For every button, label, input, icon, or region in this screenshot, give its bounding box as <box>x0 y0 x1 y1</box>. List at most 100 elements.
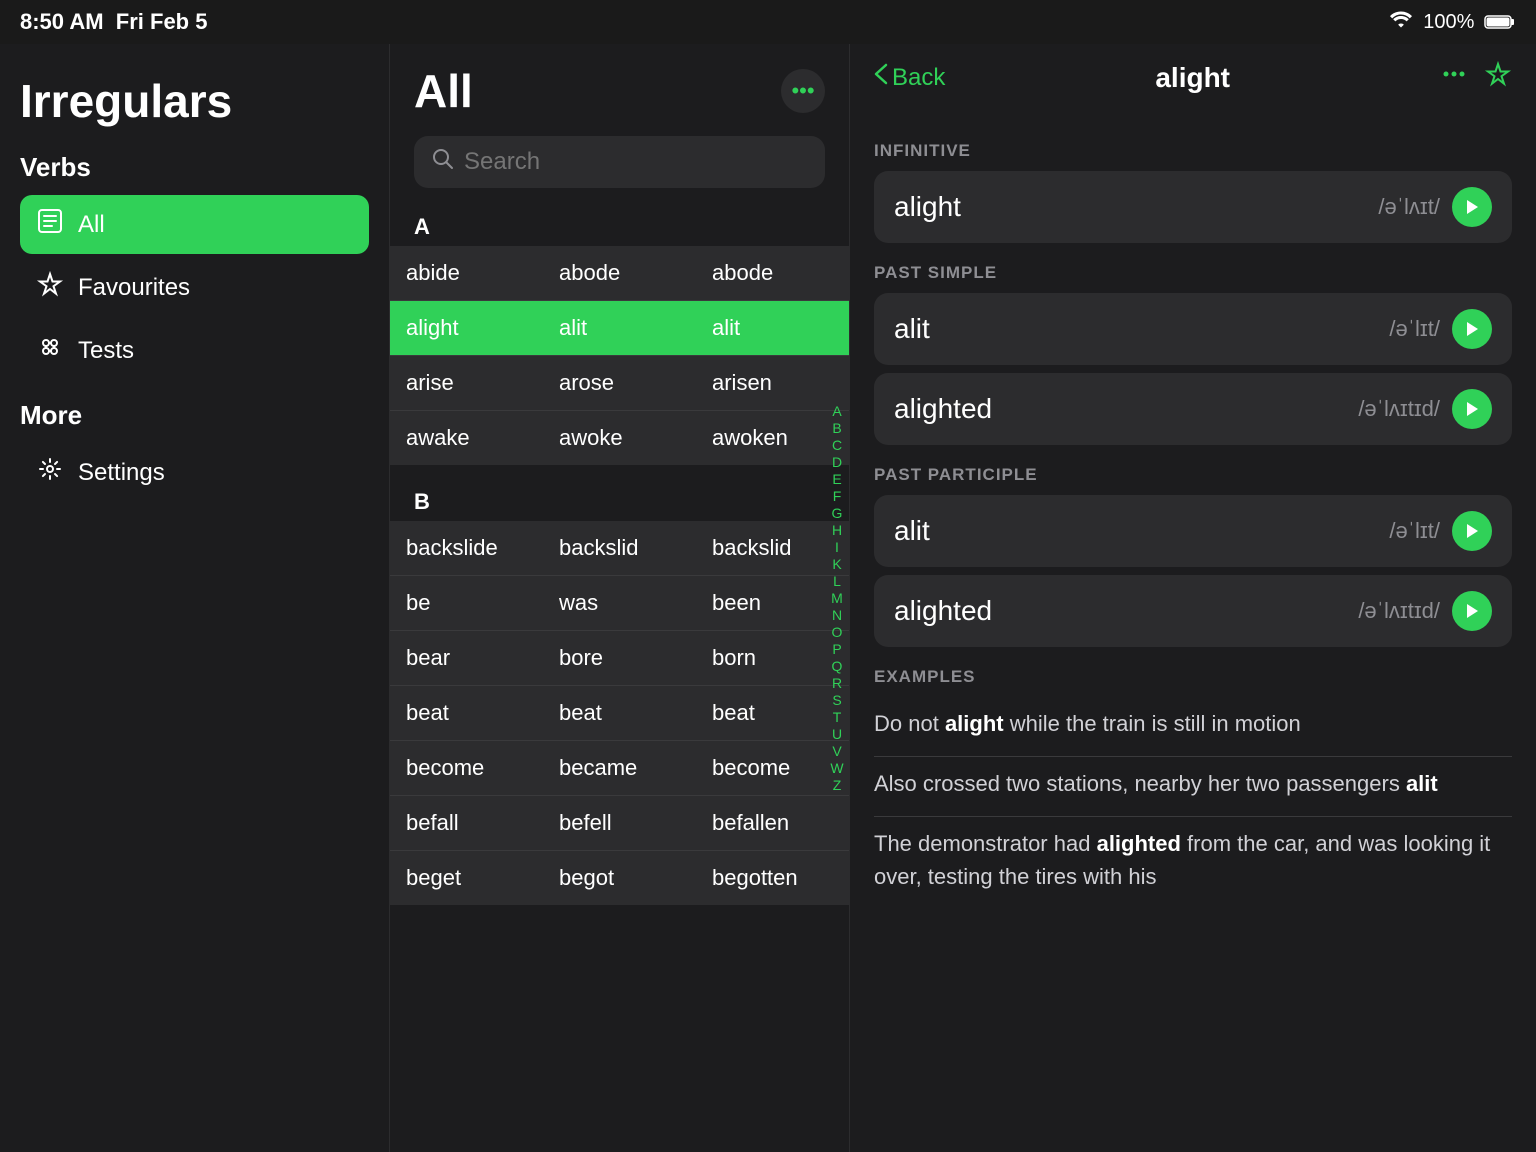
past-participle-pronunciation-alit: /əˈlɪt/ <box>1389 511 1492 551</box>
past-simple-pron-alit: /əˈlɪt/ <box>1389 316 1440 342</box>
infinitive-pronunciation-section: /əˈlʌɪt/ <box>1378 187 1492 227</box>
alpha-e[interactable]: E <box>828 471 846 487</box>
past-simple-play-alighted[interactable] <box>1452 389 1492 429</box>
alpha-r[interactable]: R <box>828 675 846 691</box>
past-participle-play-alighted[interactable] <box>1452 591 1492 631</box>
verb-base: become <box>390 741 543 795</box>
alpha-l[interactable]: L <box>828 573 846 589</box>
verb-base: awake <box>390 411 543 465</box>
verb-past: alit <box>543 301 696 355</box>
past-participle-pron-alighted: /əˈlʌɪtɪd/ <box>1358 598 1440 624</box>
alpha-v[interactable]: V <box>828 743 846 759</box>
more-options-button[interactable]: ••• <box>781 69 825 113</box>
favourite-btn[interactable] <box>1484 60 1512 95</box>
past-simple-section-label: PAST SIMPLE <box>874 263 1512 283</box>
settings-icon <box>36 455 64 490</box>
verb-past: was <box>543 576 696 630</box>
alpha-z[interactable]: Z <box>828 777 846 793</box>
past-participle-pron-alit: /əˈlɪt/ <box>1389 518 1440 544</box>
examples-section-label: EXAMPLES <box>874 667 1512 687</box>
verb-row-befall[interactable]: befall befell befallen <box>390 796 849 851</box>
alpha-b[interactable]: B <box>828 420 846 436</box>
alpha-p[interactable]: P <box>828 641 846 657</box>
verb-row-alight[interactable]: alight alit alit <box>390 301 849 356</box>
past-simple-play-alit[interactable] <box>1452 309 1492 349</box>
verb-row-beat[interactable]: beat beat beat <box>390 686 849 741</box>
alpha-u[interactable]: U <box>828 726 846 742</box>
sidebar-item-favourites[interactable]: Favourites <box>20 258 369 317</box>
right-panel: Back alight INFIN <box>850 44 1536 1152</box>
alphabet-index: A B C D E F G H I K L M N O P Q R S T U … <box>825 44 849 1152</box>
wifi-icon <box>1389 10 1413 34</box>
verb-base: backslide <box>390 521 543 575</box>
past-participle-card-alit: alit /əˈlɪt/ <box>874 495 1512 567</box>
detail-content: INFINITIVE alight /əˈlʌɪt/ PAST SIMPLE a… <box>850 111 1536 1152</box>
verb-row-arise[interactable]: arise arose arisen <box>390 356 849 411</box>
all-label: All <box>78 211 105 239</box>
verb-past: awoke <box>543 411 696 465</box>
verb-row-backslide[interactable]: backslide backslid backslid <box>390 521 849 576</box>
verb-row-bear[interactable]: bear bore born <box>390 631 849 686</box>
examples-section: Do not alight while the train is still i… <box>874 707 1512 893</box>
chevron-left-icon <box>874 63 888 92</box>
more-section-label: More <box>20 400 369 431</box>
verb-base: beat <box>390 686 543 740</box>
sidebar-item-tests[interactable]: Tests <box>20 321 369 380</box>
alpha-h[interactable]: H <box>828 522 846 538</box>
alpha-a[interactable]: A <box>828 403 846 419</box>
infinitive-pronunciation: /əˈlʌɪt/ <box>1378 194 1440 220</box>
verb-base: arise <box>390 356 543 410</box>
divider-1 <box>874 756 1512 757</box>
past-simple-pronunciation-alighted: /əˈlʌɪtɪd/ <box>1358 389 1492 429</box>
middle-header: All ••• <box>390 44 849 128</box>
infinitive-play-button[interactable] <box>1452 187 1492 227</box>
verb-base: befall <box>390 796 543 850</box>
past-simple-pronunciation-alit: /əˈlɪt/ <box>1389 309 1492 349</box>
sidebar-item-settings[interactable]: Settings <box>20 443 369 502</box>
alpha-c[interactable]: C <box>828 437 846 453</box>
section-letter-b: B <box>390 479 849 521</box>
verb-past: bore <box>543 631 696 685</box>
alpha-w[interactable]: W <box>828 760 846 776</box>
main-layout: Irregulars Verbs All Favourites <box>0 44 1536 1152</box>
example-2: Also crossed two stations, nearby her tw… <box>874 767 1512 800</box>
more-options-btn[interactable] <box>1440 60 1468 95</box>
verb-row-become[interactable]: become became become <box>390 741 849 796</box>
verb-row-beget[interactable]: beget begot begotten <box>390 851 849 905</box>
battery-indicator: 100% <box>1423 11 1516 34</box>
back-button[interactable]: Back <box>874 63 945 92</box>
section-letter-a: A <box>390 204 849 246</box>
alpha-s[interactable]: S <box>828 692 846 708</box>
infinitive-section-label: INFINITIVE <box>874 141 1512 161</box>
infinitive-word: alight <box>894 191 961 223</box>
verb-row-abide[interactable]: abide abode abode <box>390 246 849 301</box>
verb-base: abide <box>390 246 543 300</box>
sidebar-item-all[interactable]: All <box>20 195 369 254</box>
verb-past: arose <box>543 356 696 410</box>
alpha-n[interactable]: N <box>828 607 846 623</box>
verb-row-be[interactable]: be was been <box>390 576 849 631</box>
alpha-d[interactable]: D <box>828 454 846 470</box>
alpha-q[interactable]: Q <box>828 658 846 674</box>
alpha-t[interactable]: T <box>828 709 846 725</box>
verb-past: abode <box>543 246 696 300</box>
verbs-section-label: Verbs <box>20 152 369 183</box>
alpha-f[interactable]: F <box>828 488 846 504</box>
alpha-g[interactable]: G <box>828 505 846 521</box>
alpha-o[interactable]: O <box>828 624 846 640</box>
example-3: The demonstrator had alighted from the c… <box>874 827 1512 893</box>
verb-row-awake[interactable]: awake awoke awoken <box>390 411 849 465</box>
detail-header: Back alight <box>850 44 1536 111</box>
app-title: Irregulars <box>20 74 369 128</box>
search-bar[interactable] <box>414 136 825 188</box>
example-1: Do not alight while the train is still i… <box>874 707 1512 740</box>
status-indicators: 100% <box>1389 10 1516 34</box>
search-input[interactable] <box>464 148 807 176</box>
verb-past: befell <box>543 796 696 850</box>
alpha-i[interactable]: I <box>828 539 846 555</box>
past-participle-play-alit[interactable] <box>1452 511 1492 551</box>
alpha-k[interactable]: K <box>828 556 846 572</box>
status-bar: 8:50 AM Fri Feb 5 100% <box>0 0 1536 44</box>
tests-label: Tests <box>78 337 134 365</box>
alpha-m[interactable]: M <box>828 590 846 606</box>
